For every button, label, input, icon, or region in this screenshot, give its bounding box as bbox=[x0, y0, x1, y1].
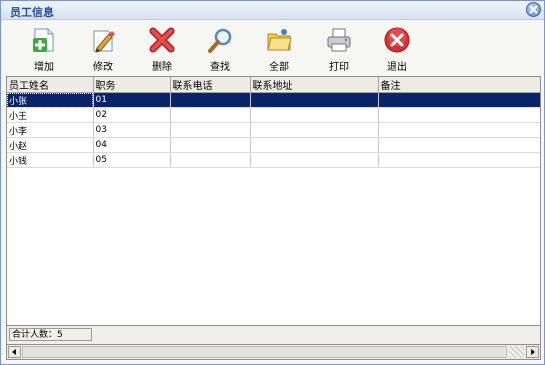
title-bar: 员工信息 bbox=[1, 1, 544, 20]
search-label: 查找 bbox=[210, 62, 230, 73]
print-label: 打印 bbox=[329, 62, 349, 73]
exit-button[interactable]: 退出 bbox=[372, 24, 422, 73]
exit-label: 退出 bbox=[387, 62, 407, 73]
print-button[interactable]: 打印 bbox=[314, 24, 364, 73]
table-row[interactable]: 小李 03 bbox=[7, 122, 540, 138]
add-button[interactable]: 增加 bbox=[19, 24, 69, 73]
delete-label: 删除 bbox=[152, 62, 172, 73]
cell-position[interactable]: 02 bbox=[93, 107, 171, 123]
column-header-remarks[interactable]: 备注 bbox=[378, 77, 540, 93]
close-icon bbox=[529, 5, 538, 14]
column-header-name[interactable]: 员工姓名 bbox=[7, 77, 94, 93]
cell-phone[interactable] bbox=[170, 152, 251, 168]
employee-table[interactable]: 员工姓名 职务 联系电话 联系地址 备注 小张 01 小王 02 小李 03 小… bbox=[6, 76, 541, 326]
cell-phone[interactable] bbox=[170, 137, 251, 153]
employee-info-window: 员工信息 增加 修改 删除 查找 全部 打印 退出 员工姓名 职务 联系电话 联… bbox=[0, 0, 545, 365]
cell-position[interactable]: 05 bbox=[93, 152, 171, 168]
edit-button[interactable]: 修改 bbox=[78, 24, 128, 73]
employee-count: 合计人数：5 bbox=[9, 328, 92, 341]
toolbar: 增加 修改 删除 查找 全部 打印 退出 bbox=[1, 20, 544, 75]
cell-address[interactable] bbox=[250, 137, 379, 153]
arrow-left-icon bbox=[12, 349, 16, 355]
folder-icon bbox=[267, 29, 292, 51]
column-header-address[interactable]: 联系地址 bbox=[250, 77, 379, 93]
cell-phone[interactable] bbox=[170, 107, 251, 123]
cell-position[interactable]: 03 bbox=[93, 122, 171, 138]
cell-phone[interactable] bbox=[170, 92, 251, 108]
cell-remarks[interactable] bbox=[378, 122, 540, 138]
add-doc-icon bbox=[33, 28, 54, 52]
status-bar: 合计人数：5 bbox=[6, 326, 541, 344]
scroll-track[interactable] bbox=[22, 346, 507, 358]
show-all-label: 全部 bbox=[269, 62, 289, 73]
table-header-row: 员工姓名 职务 联系电话 联系地址 备注 bbox=[7, 77, 540, 93]
cell-position[interactable]: 01 bbox=[93, 92, 171, 108]
cell-phone[interactable] bbox=[170, 122, 251, 138]
table-row[interactable]: 小王 02 bbox=[7, 107, 540, 123]
table-row[interactable]: 小张 01 bbox=[7, 92, 540, 108]
table-row[interactable]: 小钱 05 bbox=[7, 152, 540, 168]
table-row[interactable]: 小赵 04 bbox=[7, 137, 540, 153]
close-button[interactable] bbox=[526, 2, 541, 17]
scroll-right-button[interactable] bbox=[526, 346, 539, 358]
cell-name[interactable]: 小钱 bbox=[7, 152, 94, 168]
cell-name[interactable]: 小赵 bbox=[7, 137, 94, 153]
cell-address[interactable] bbox=[250, 107, 379, 123]
window-title: 员工信息 bbox=[10, 6, 54, 19]
arrow-right-icon bbox=[531, 349, 535, 355]
cell-address[interactable] bbox=[250, 122, 379, 138]
cell-name[interactable]: 小李 bbox=[7, 122, 94, 138]
cell-name[interactable]: 小张 bbox=[7, 92, 94, 108]
horizontal-scrollbar[interactable] bbox=[6, 344, 541, 360]
scroll-left-button[interactable] bbox=[8, 346, 21, 358]
show-all-button[interactable]: 全部 bbox=[254, 24, 304, 73]
cell-remarks[interactable] bbox=[378, 92, 540, 108]
exit-icon bbox=[384, 27, 410, 53]
cell-address[interactable] bbox=[250, 92, 379, 108]
column-header-phone[interactable]: 联系电话 bbox=[170, 77, 251, 93]
printer-icon bbox=[327, 28, 351, 52]
cell-remarks[interactable] bbox=[378, 152, 540, 168]
cell-remarks[interactable] bbox=[378, 137, 540, 153]
delete-icon bbox=[149, 27, 175, 53]
column-header-position[interactable]: 职务 bbox=[93, 77, 171, 93]
cell-name[interactable]: 小王 bbox=[7, 107, 94, 123]
search-icon bbox=[208, 28, 232, 53]
cell-address[interactable] bbox=[250, 152, 379, 168]
search-button[interactable]: 查找 bbox=[195, 24, 245, 73]
add-label: 增加 bbox=[34, 62, 54, 73]
edit-label: 修改 bbox=[93, 62, 113, 73]
delete-button[interactable]: 删除 bbox=[137, 24, 187, 73]
edit-icon bbox=[93, 30, 115, 53]
size-grip bbox=[509, 346, 525, 358]
cell-remarks[interactable] bbox=[378, 107, 540, 123]
cell-position[interactable]: 04 bbox=[93, 137, 171, 153]
